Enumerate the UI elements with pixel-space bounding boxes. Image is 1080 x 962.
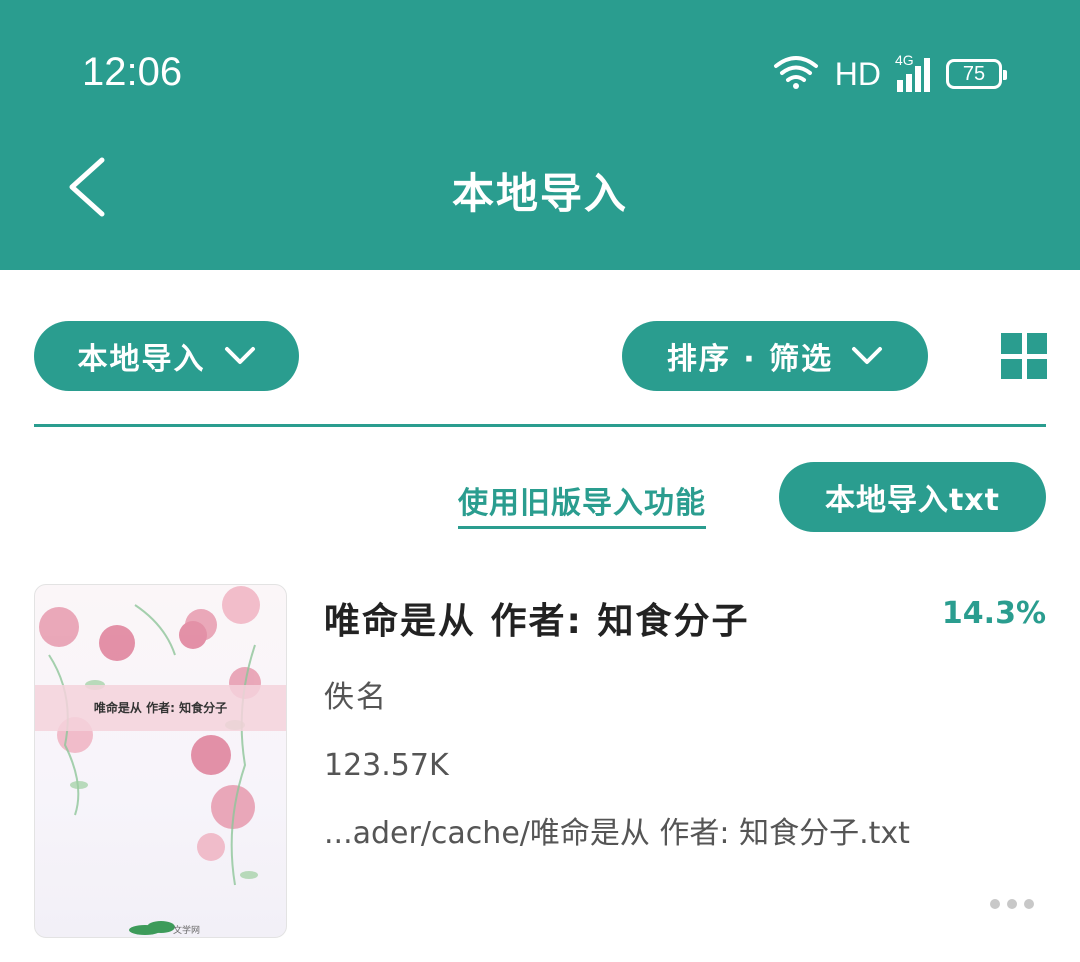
page-title: 本地导入 bbox=[451, 169, 628, 218]
signal-icon: 4G bbox=[895, 52, 930, 92]
app-header: 12:06 HD 4G 75 本地导入 bbox=[0, 0, 1080, 270]
book-progress: 14.3% bbox=[941, 596, 1046, 631]
source-filter-label: 本地导入 bbox=[77, 342, 206, 377]
book-author: 佚名 bbox=[324, 680, 388, 715]
svg-text:文学网: 文学网 bbox=[173, 924, 200, 935]
battery-icon: 75 bbox=[946, 59, 1007, 89]
cellular-label: 4G bbox=[895, 52, 914, 68]
source-filter-dropdown[interactable]: 本地导入 bbox=[34, 321, 299, 391]
wifi-icon bbox=[773, 54, 819, 94]
divider bbox=[34, 424, 1046, 427]
status-time: 12:06 bbox=[82, 50, 183, 94]
legacy-import-link[interactable]: 使用旧版导入功能 bbox=[458, 478, 706, 529]
more-icon[interactable] bbox=[990, 892, 1034, 916]
battery-level: 75 bbox=[962, 62, 986, 85]
status-icons: HD 4G 75 bbox=[773, 52, 1007, 96]
sort-filter-label: 排序 · 筛选 bbox=[666, 342, 834, 377]
cover-title: 唯命是从 作者: 知食分子 bbox=[35, 685, 286, 731]
book-file-path: ...ader/cache/唯命是从 作者: 知食分子.txt bbox=[324, 816, 910, 851]
sort-filter-dropdown[interactable]: 排序 · 筛选 bbox=[622, 321, 928, 391]
grid-view-icon[interactable] bbox=[1001, 333, 1047, 379]
import-txt-button[interactable]: 本地导入txt bbox=[779, 462, 1046, 532]
book-title[interactable]: 唯命是从 作者: 知食分子 bbox=[324, 592, 749, 644]
chevron-down-icon bbox=[224, 347, 255, 364]
book-file-size: 123.57K bbox=[324, 748, 449, 783]
book-cover[interactable]: 文学网 唯命是从 作者: 知食分子 bbox=[34, 584, 287, 938]
network-hd-label: HD bbox=[834, 55, 881, 92]
chevron-down-icon bbox=[852, 347, 883, 364]
floral-illustration: 文学网 bbox=[39, 586, 261, 935]
